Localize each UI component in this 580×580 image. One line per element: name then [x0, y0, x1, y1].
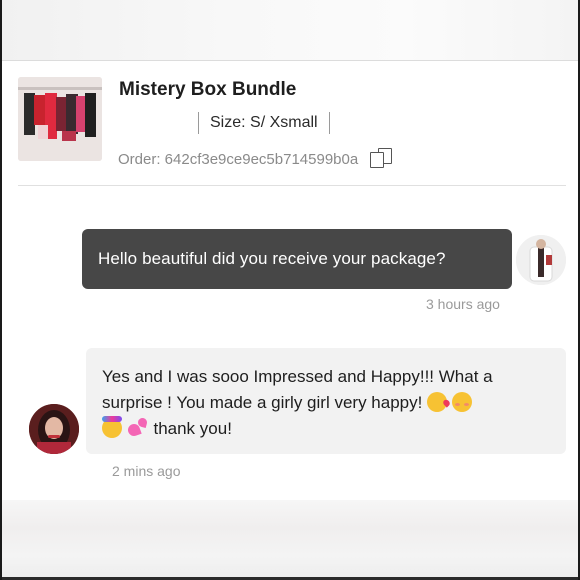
- sent-message-text: Hello beautiful did you receive your pac…: [98, 249, 446, 268]
- received-message-text: surprise ! You made a girly girl very ha…: [102, 393, 423, 412]
- avatar-image: [516, 235, 566, 285]
- face-blowing-kiss-emoji: [427, 392, 448, 412]
- message-timestamp: 3 hours ago: [426, 296, 500, 312]
- order-row: Order: 642cf3e9ce9ec5b714599b0a: [118, 148, 393, 170]
- two-hearts-emoji: [127, 418, 149, 438]
- avatar[interactable]: [29, 404, 79, 454]
- received-message-bubble[interactable]: Yes and I was sooo Impressed and Happy!!…: [86, 348, 566, 454]
- chat-screen: Mistery Box Bundle Size: S/ Xsmall Order…: [0, 0, 580, 580]
- product-thumbnail[interactable]: [18, 77, 102, 161]
- size-row: Size: S/ Xsmall: [198, 111, 330, 135]
- copy-icon[interactable]: [370, 148, 393, 170]
- party-face-emoji: [102, 416, 122, 438]
- received-message-text: thank you!: [153, 419, 232, 438]
- bottom-bar: [2, 500, 578, 580]
- top-bar: [2, 0, 578, 60]
- order-card[interactable]: Mistery Box Bundle Size: S/ Xsmall Order…: [2, 61, 578, 185]
- sent-message-bubble[interactable]: Hello beautiful did you receive your pac…: [82, 229, 512, 289]
- message-timestamp: 2 mins ago: [112, 463, 181, 479]
- received-message-line: surprise ! You made a girly girl very ha…: [102, 390, 552, 416]
- smiling-blush-emoji: [451, 392, 472, 412]
- avatar-image: [29, 404, 79, 454]
- order-number: Order: 642cf3e9ce9ec5b714599b0a: [118, 150, 359, 168]
- received-message-line: Yes and I was sooo Impressed and Happy!!…: [102, 367, 493, 386]
- avatar[interactable]: [516, 235, 566, 285]
- product-image: [18, 77, 102, 161]
- divider: [18, 185, 566, 186]
- received-message-line: thank you!: [102, 416, 552, 442]
- divider: [328, 112, 330, 134]
- size-label: Size: S/ Xsmall: [210, 114, 318, 131]
- product-title[interactable]: Mistery Box Bundle: [119, 79, 296, 101]
